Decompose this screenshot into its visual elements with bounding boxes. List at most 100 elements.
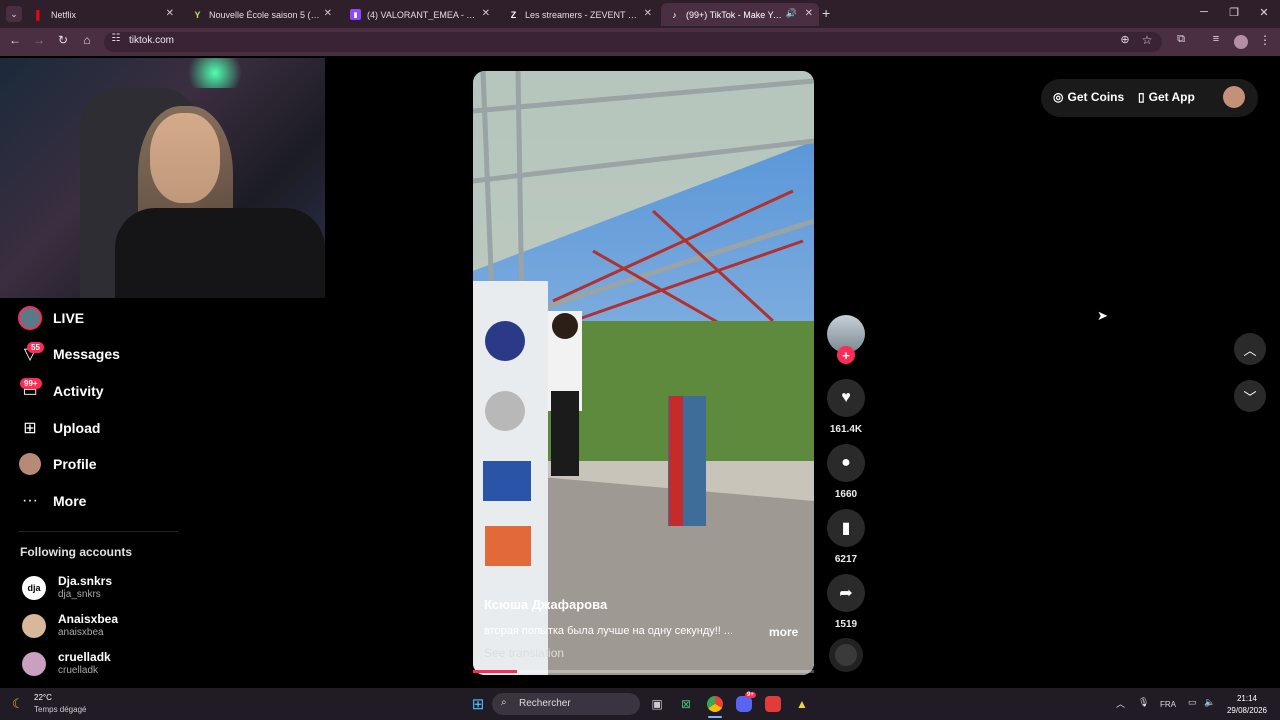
chrome-icon[interactable] [706,695,724,713]
tiktok-icon: ♪ [672,9,677,20]
sidebar-item-upload[interactable]: ⊞ Upload [18,415,100,441]
account-name: Anaisxbea [58,612,119,626]
get-app-button[interactable]: ▯ Get App [1138,90,1195,104]
tab-search-button[interactable]: ⌄ [6,6,22,22]
coin-icon: ◎ [1053,90,1064,104]
close-tab-icon[interactable]: ✕ [482,8,490,19]
twitch-icon: ▮ [350,9,361,20]
close-window-icon[interactable]: ✕ [1256,6,1272,19]
active-app-indicator [708,716,722,718]
video-progress-bar[interactable] [473,670,814,673]
volume-icon[interactable]: 🔈 [1204,697,1215,708]
mouse-cursor-icon: ➤ [1097,308,1108,323]
sidebar-item-profile[interactable]: Profile [18,451,97,477]
close-tab-icon[interactable]: ✕ [324,8,332,19]
music-disc-icon[interactable] [829,638,863,672]
tab-label: Nouvelle École saison 5 (Netflix) [209,9,321,20]
discord-badge: 9+ [745,692,756,698]
upload-icon: ⊞ [23,420,37,437]
browser-menu-icon[interactable]: ⋮ [1257,33,1273,47]
like-button[interactable]: ♥ [827,379,865,417]
sidebar-item-label: Upload [53,420,101,436]
extensions-icon[interactable]: ⧉ [1173,33,1189,46]
save-button[interactable]: ▮ [827,509,865,547]
like-count: 161.4K [829,424,863,435]
heart-icon: ♥ [841,389,851,406]
y-icon: Y [194,9,201,20]
video-author[interactable]: Ксюша Джафарова [484,597,607,612]
sidebar-item-more[interactable]: ··· More [18,488,86,514]
follow-plus-icon[interactable]: + [837,346,855,364]
tab-nouvelle-ecole[interactable]: Y Nouvelle École saison 5 (Netflix) ✕ [184,3,338,26]
next-video-button[interactable]: ﹀ [1234,380,1266,412]
bookmark-star-icon[interactable]: ☆ [1139,33,1155,47]
app-red-icon[interactable] [764,695,782,713]
language-indicator[interactable]: FRA [1160,700,1176,709]
video-progress-fill [473,670,518,673]
account-name: Dja.snkrs [58,574,113,588]
tab-zevent[interactable]: Z Les streamers - ZEVENT 2026 ✕ [500,3,658,26]
back-icon[interactable]: ← [7,33,23,47]
home-icon[interactable]: ⌂ [79,33,95,47]
clock-date: 29/08/2026 [1226,706,1268,715]
user-avatar[interactable] [1223,86,1245,108]
address-toolbar [0,28,1280,56]
see-translation-link[interactable]: See translation [484,646,564,660]
microphone-icon[interactable]: 🎙 [1138,697,1149,708]
address-input[interactable] [104,32,1162,52]
app-yellow-icon[interactable]: ▲ [793,695,811,713]
media-control-icon[interactable]: ≡ [1208,33,1224,45]
comment-count: 1660 [834,489,858,500]
comment-button[interactable]: ● [827,444,865,482]
save-count: 6217 [834,554,858,565]
windows-start-icon[interactable]: ⊞ [469,695,487,713]
more-button[interactable]: more [769,625,798,639]
profile-avatar-icon[interactable] [1234,35,1248,49]
chevron-down-icon: ﹀ [1243,389,1257,405]
minimize-icon[interactable]: ─ [1196,6,1212,18]
restore-icon[interactable]: ❐ [1226,6,1242,19]
new-tab-button[interactable]: + [822,5,830,21]
phone-icon: ▯ [1138,90,1145,104]
previous-video-button[interactable]: ︿ [1234,333,1266,365]
task-view-icon[interactable]: ▣ [648,695,666,713]
sidebar-item-label: Activity [53,383,104,399]
tab-twitch[interactable]: ▮ (4) VALORANT_EMEA - Twitch ✕ [342,3,496,26]
site-info-icon[interactable]: ☷ [108,33,124,44]
tab-label: Netflix [51,9,77,20]
video-frame [473,71,814,675]
share-count: 1519 [834,619,858,630]
reload-icon[interactable]: ↻ [55,33,71,47]
account-name: cruelladk [58,650,111,664]
get-coins-button[interactable]: ◎ Get Coins [1053,90,1124,104]
clock-time: 21:14 [1236,694,1258,703]
profile-avatar-icon [18,452,42,476]
zoom-icon[interactable]: ⊕ [1117,33,1133,46]
network-icon[interactable]: ▭ [1188,697,1197,708]
video-player[interactable] [473,71,814,675]
clock[interactable]: 21:14 29/08/2026 [1222,693,1272,717]
streamer-body [115,208,325,298]
get-coins-label: Get Coins [1067,90,1125,104]
search-icon: ⌕ [501,697,507,708]
netflix-icon: ▌ [36,9,43,20]
speaker-icon[interactable]: 🔊 [786,8,797,19]
excel-icon[interactable]: ⊠ [677,695,695,713]
tab-label: (99+) TikTok - Make Your Day [686,9,786,20]
url-text[interactable]: tiktok.com [129,35,174,46]
search-placeholder: Rechercher [519,698,571,709]
browser-tab-bar: ⌄ ▌ Netflix ✕ Y Nouvelle École saison 5 … [0,0,1280,28]
close-tab-icon[interactable]: ✕ [166,8,174,19]
chevron-up-icon: ︿ [1243,342,1257,358]
forward-icon[interactable]: → [31,33,47,47]
close-tab-icon[interactable]: ✕ [644,8,652,19]
share-button[interactable]: ➦ [827,574,865,612]
tab-label: Les streamers - ZEVENT 2026 [525,9,641,20]
following-accounts-title: Following accounts [20,545,133,559]
tray-overflow-icon[interactable]: ︿ [1116,697,1125,710]
sidebar-item-live[interactable]: LIVE [18,305,84,331]
tab-netflix[interactable]: ▌ Netflix ✕ [26,3,180,26]
tab-tiktok[interactable]: ♪ (99+) TikTok - Make Your Day 🔊 ✕ [661,3,819,26]
weather-moon-icon[interactable]: ☾ [12,696,24,712]
close-tab-icon[interactable]: ✕ [805,8,813,19]
